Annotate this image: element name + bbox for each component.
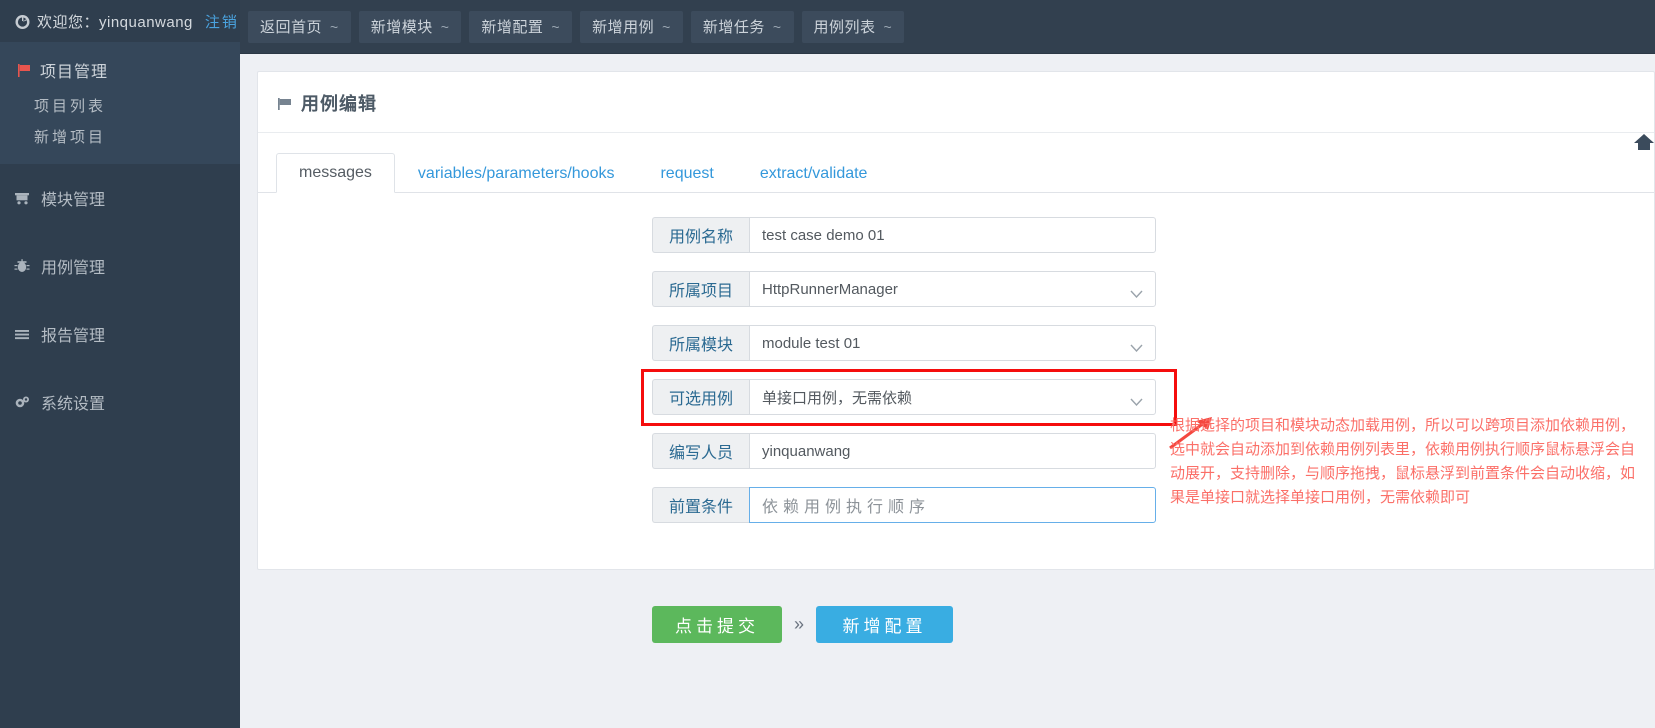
main-area: 返回首页 ~ 新增模块 ~ 新增配置 ~ 新增用例 ~ 新增任务 ~ 用例列表 … <box>240 0 1655 728</box>
gears-icon <box>14 394 34 410</box>
case-name-input[interactable]: test case demo 01 <box>749 217 1156 253</box>
field-label-optional-case: 可选用例 <box>652 379 749 415</box>
tilde-icon: ~ <box>330 18 339 35</box>
form-row-author: 编写人员 yinquanwang <box>258 433 1654 469</box>
tab-extract-validate[interactable]: extract/validate <box>737 154 891 193</box>
tilde-icon: ~ <box>662 18 671 35</box>
field-label-author: 编写人员 <box>652 433 749 469</box>
gauge-icon <box>14 13 31 30</box>
topnav-item-label: 新增模块 <box>370 19 433 36</box>
topnav-item-new-task[interactable]: 新增任务 ~ <box>690 10 794 43</box>
bug-icon <box>14 258 34 274</box>
topnav-item-home[interactable]: 返回首页 ~ <box>248 10 351 43</box>
topnav-item-label: 用例列表 <box>813 19 876 36</box>
sidebar-item-module-management[interactable]: 模块管理 <box>0 164 240 232</box>
topnav-item-label: 新增任务 <box>702 19 765 36</box>
field-label-precondition: 前置条件 <box>652 487 749 523</box>
tab-request[interactable]: request <box>637 154 736 193</box>
tilde-icon: ~ <box>772 18 782 35</box>
author-input[interactable]: yinquanwang <box>749 433 1156 469</box>
topnav-item-label: 新增用例 <box>592 19 655 36</box>
module-select-value: module test 01 <box>762 334 861 352</box>
field-label-project: 所属项目 <box>652 271 749 307</box>
chevron-down-icon <box>1130 339 1143 353</box>
field-label-module: 所属模块 <box>652 325 749 361</box>
sidebar-item-new-project[interactable]: 新增项目 <box>0 121 240 152</box>
topnav-item-case-list[interactable]: 用例列表 ~ <box>801 10 905 43</box>
flag-icon <box>276 95 293 112</box>
tilde-icon: ~ <box>883 18 893 35</box>
top-navigation-bar: 返回首页 ~ 新增模块 ~ 新增配置 ~ 新增用例 ~ 新增任务 ~ 用例列表 … <box>240 0 1655 54</box>
topnav-item-label: 返回首页 <box>260 19 323 36</box>
sidebar-item-label: 系统设置 <box>41 396 106 413</box>
list-icon <box>14 326 34 342</box>
welcome-bar: 欢迎您：yinquanwang 注销 <box>0 0 240 42</box>
tab-messages[interactable]: messages <box>276 153 395 193</box>
sidebar-item-system-settings[interactable]: 系统设置 <box>0 368 240 436</box>
case-edit-panel: 用例编辑 messages variables/parameters/hooks… <box>257 71 1655 570</box>
tilde-icon: ~ <box>551 18 561 35</box>
form-row-optional-case: 可选用例 单接口用例，无需依赖 <box>258 369 1654 426</box>
topnav-item-new-config[interactable]: 新增配置 ~ <box>469 10 573 43</box>
project-select[interactable]: HttpRunnerManager <box>749 271 1156 307</box>
form-row-module: 所属模块 module test 01 <box>258 325 1654 361</box>
sidebar-item-project-management[interactable]: 项目管理 <box>0 50 240 90</box>
sidebar-item-label: 项目管理 <box>40 64 109 81</box>
tab-variables-parameters-hooks[interactable]: variables/parameters/hooks <box>395 154 638 193</box>
sidebar-item-label: 用例管理 <box>41 260 106 277</box>
chevron-down-icon <box>1130 393 1143 407</box>
topnav-item-new-module[interactable]: 新增模块 ~ <box>358 10 462 43</box>
logout-link[interactable]: 注销 <box>205 11 239 32</box>
annotation-arrow-icon <box>1168 416 1216 455</box>
flag-icon <box>16 62 32 78</box>
tab-bar: messages variables/parameters/hooks requ… <box>258 133 1654 193</box>
cart-icon <box>14 190 34 206</box>
content-area: 用例编辑 messages variables/parameters/hooks… <box>240 54 1655 728</box>
module-select[interactable]: module test 01 <box>749 325 1156 361</box>
form-row-case-name: 用例名称 test case demo 01 <box>258 217 1654 253</box>
submit-button[interactable]: 点击提交 <box>652 606 782 643</box>
case-form: 用例名称 test case demo 01 所属项目 HttpRunnerMa… <box>258 193 1654 569</box>
field-label-case-name: 用例名称 <box>652 217 749 253</box>
action-separator: » <box>794 614 805 634</box>
precondition-placeholder: 依赖用例执行顺序 <box>762 499 931 516</box>
sidebar-item-label: 报告管理 <box>41 328 106 345</box>
form-row-project: 所属项目 HttpRunnerManager <box>258 271 1654 307</box>
topnav-item-label: 新增配置 <box>481 19 544 36</box>
sidebar-item-project-list[interactable]: 项目列表 <box>0 90 240 121</box>
form-row-precondition: 前置条件 依赖用例执行顺序 <box>258 487 1654 523</box>
chevron-down-icon <box>1130 285 1143 299</box>
add-config-button[interactable]: 新增配置 <box>816 606 954 643</box>
sidebar-item-label: 模块管理 <box>41 192 106 209</box>
footer-actions: 点击提交 » 新增配置 <box>240 570 1655 643</box>
topnav-item-new-case[interactable]: 新增用例 ~ <box>580 10 683 43</box>
optional-case-select[interactable]: 单接口用例，无需依赖 <box>749 379 1156 415</box>
project-menu-group: 项目管理 项目列表 新增项目 <box>0 42 240 164</box>
sidebar-item-case-management[interactable]: 用例管理 <box>0 232 240 300</box>
sidebar: 欢迎您：yinquanwang 注销 项目管理 项目列表 新增项目 模块管理 用… <box>0 0 240 728</box>
welcome-text: 欢迎您：yinquanwang <box>37 13 193 31</box>
app-root: 欢迎您：yinquanwang 注销 项目管理 项目列表 新增项目 模块管理 用… <box>0 0 1655 728</box>
tilde-icon: ~ <box>440 18 450 35</box>
precondition-input[interactable]: 依赖用例执行顺序 <box>749 487 1156 523</box>
panel-header: 用例编辑 <box>258 72 1654 133</box>
optional-case-select-value: 单接口用例，无需依赖 <box>762 389 913 407</box>
project-select-value: HttpRunnerManager <box>762 280 898 298</box>
sidebar-item-report-management[interactable]: 报告管理 <box>0 300 240 368</box>
page-title: 用例编辑 <box>301 94 377 114</box>
